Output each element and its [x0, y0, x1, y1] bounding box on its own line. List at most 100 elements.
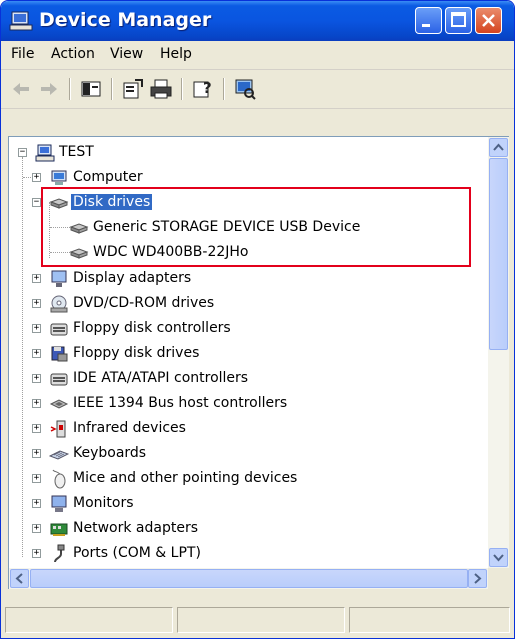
- device-manager-icon: [9, 11, 33, 31]
- toolbar-separator: [223, 78, 224, 100]
- tree-item-label: IEEE 1394 Bus host controllers: [73, 395, 288, 411]
- scroll-right-button[interactable]: [468, 569, 487, 588]
- vertical-scrollbar[interactable]: [488, 136, 509, 568]
- scan-hardware-icon[interactable]: [233, 77, 257, 101]
- tree-item-ports[interactable]: + Ports (COM & LPT): [13, 543, 313, 565]
- status-pane: [5, 607, 173, 633]
- toolbar-separator: [69, 78, 70, 100]
- expand-toggle[interactable]: +: [32, 299, 41, 308]
- cdrom-icon: [50, 295, 68, 313]
- console-tree-icon[interactable]: [79, 77, 103, 101]
- minimize-button[interactable]: [415, 7, 442, 34]
- collapse-toggle[interactable]: −: [32, 198, 41, 207]
- tree-item-label: Floppy disk controllers: [73, 320, 231, 336]
- highlight-box: [41, 187, 471, 267]
- expand-toggle[interactable]: +: [32, 549, 41, 558]
- close-button[interactable]: [475, 7, 502, 34]
- scroll-down-button[interactable]: [489, 548, 508, 567]
- maximize-icon: [451, 12, 466, 27]
- expand-toggle[interactable]: +: [32, 499, 41, 508]
- expand-toggle[interactable]: +: [32, 274, 41, 283]
- expand-toggle[interactable]: +: [32, 449, 41, 458]
- display-icon: [51, 270, 67, 287]
- tree-item-label: IDE ATA/ATAPI controllers: [73, 370, 249, 386]
- toolbar-separator: [181, 78, 182, 100]
- scrollbar-corner: [488, 568, 509, 589]
- controller-icon: [50, 373, 68, 386]
- network-icon: [50, 523, 68, 536]
- toolbar-separator: [111, 78, 112, 100]
- chevron-left-icon: [15, 573, 23, 584]
- expand-toggle[interactable]: +: [32, 424, 41, 433]
- expand-toggle[interactable]: +: [32, 374, 41, 383]
- firewire-icon: [49, 399, 69, 409]
- scroll-up-button[interactable]: [489, 138, 508, 157]
- tree-item-label: Network adapters: [73, 520, 198, 536]
- menu-action[interactable]: Action: [51, 46, 95, 62]
- close-icon: [482, 14, 495, 27]
- tree-item-computer[interactable]: + Computer: [13, 167, 263, 189]
- status-bar: [1, 599, 514, 638]
- toolbar: ?: [1, 70, 514, 109]
- menu-view[interactable]: View: [110, 46, 143, 62]
- tree-item-label: Ports (COM & LPT): [73, 545, 201, 561]
- menu-file[interactable]: File: [11, 46, 34, 62]
- status-pane: [177, 607, 345, 633]
- infrared-icon: [50, 420, 66, 438]
- forward-icon[interactable]: [37, 77, 61, 101]
- expand-toggle[interactable]: +: [32, 324, 41, 333]
- window-title: Device Manager: [39, 9, 212, 31]
- collapse-toggle[interactable]: −: [18, 148, 27, 157]
- title-bar[interactable]: Device Manager: [1, 1, 514, 41]
- tree-item-label: DVD/CD-ROM drives: [73, 295, 215, 311]
- expand-toggle[interactable]: +: [32, 399, 41, 408]
- tree-item-keyboards[interactable]: + Keyboards: [13, 443, 313, 465]
- menu-help[interactable]: Help: [160, 46, 192, 62]
- tree-item-floppy-controllers[interactable]: + Floppy disk controllers: [13, 318, 313, 340]
- chevron-right-icon: [474, 573, 482, 584]
- tree-item-label: Infrared devices: [73, 420, 186, 436]
- tree-item-dvd-cdrom[interactable]: + DVD/CD-ROM drives: [13, 293, 313, 315]
- expand-toggle[interactable]: +: [32, 173, 41, 182]
- tree-item-ide-controllers[interactable]: + IDE ATA/ATAPI controllers: [13, 368, 313, 390]
- status-pane: [349, 607, 510, 633]
- tree-item-label: Computer: [73, 169, 143, 185]
- tree-item-infrared[interactable]: + Infrared devices: [13, 418, 313, 440]
- port-icon: [54, 544, 65, 563]
- expand-toggle[interactable]: +: [32, 474, 41, 483]
- expand-toggle[interactable]: +: [32, 349, 41, 358]
- minimize-icon: [422, 24, 430, 27]
- scroll-left-button[interactable]: [10, 569, 29, 588]
- tree-item-label: Keyboards: [73, 445, 147, 461]
- maximize-button[interactable]: [445, 7, 472, 34]
- tree-item-display-adapters[interactable]: + Display adapters: [13, 268, 313, 290]
- print-icon[interactable]: [149, 77, 173, 101]
- tree-item-label: Floppy disk drives: [73, 345, 200, 361]
- controller-icon: [50, 323, 68, 336]
- chevron-down-icon: [493, 554, 504, 562]
- tree-root-label: TEST: [59, 144, 94, 160]
- scroll-thumb[interactable]: [489, 158, 508, 350]
- properties-icon[interactable]: [121, 77, 145, 101]
- svg-text:?: ?: [203, 79, 212, 97]
- tree-item-floppy-drives[interactable]: + Floppy disk drives: [13, 343, 313, 365]
- computer-icon: [51, 170, 67, 185]
- help-icon[interactable]: ?: [191, 77, 215, 101]
- chevron-up-icon: [493, 143, 504, 151]
- back-icon[interactable]: [9, 77, 33, 101]
- device-manager-window: Device Manager File Action View Help ? −…: [0, 0, 515, 639]
- computer-icon: [35, 144, 55, 162]
- tree-item-monitors[interactable]: + Monitors: [13, 493, 313, 515]
- menu-bar: File Action View Help: [1, 41, 514, 70]
- tree-item-network-adapters[interactable]: + Network adapters: [13, 518, 313, 540]
- tree-item-ieee1394[interactable]: + IEEE 1394 Bus host controllers: [13, 393, 363, 415]
- floppy-icon: [51, 346, 68, 362]
- tree-root[interactable]: − TEST: [13, 142, 213, 164]
- expand-toggle[interactable]: +: [32, 524, 41, 533]
- keyboard-icon: [49, 450, 69, 460]
- scroll-thumb[interactable]: [30, 569, 468, 588]
- tree-item-label: Display adapters: [73, 270, 192, 286]
- horizontal-scrollbar[interactable]: [8, 568, 488, 589]
- tree-item-mice[interactable]: + Mice and other pointing devices: [13, 468, 363, 490]
- mouse-icon: [52, 469, 66, 489]
